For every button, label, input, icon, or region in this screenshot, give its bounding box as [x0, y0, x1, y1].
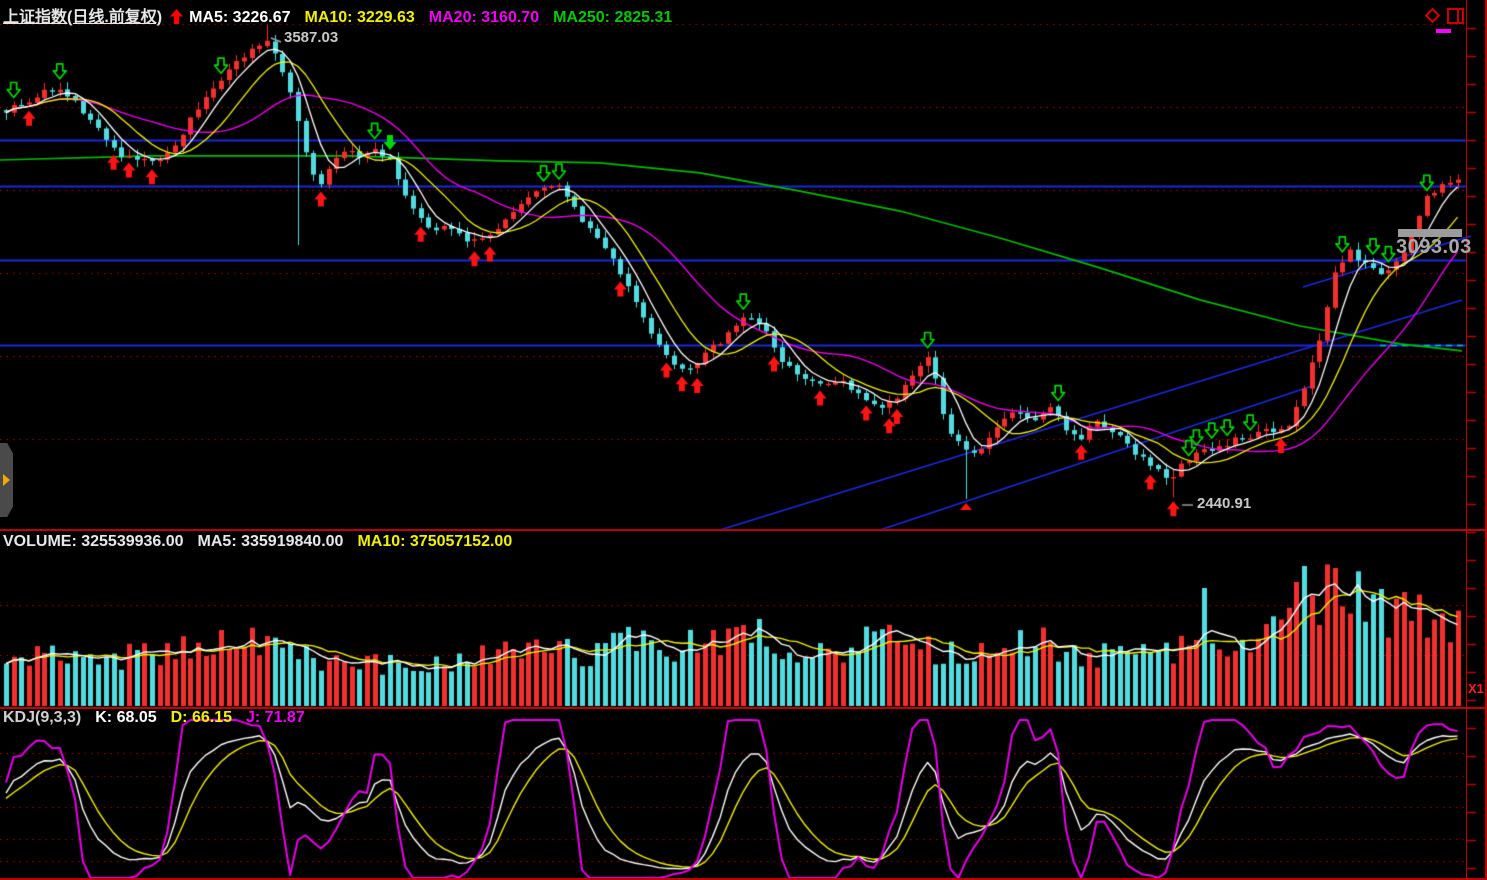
- zoom-level-label: X1: [1468, 681, 1484, 696]
- kdj-title-label: KDJ(9,3,3): [3, 709, 81, 726]
- symbol-title[interactable]: 上证指数(日线.前复权): [3, 9, 162, 26]
- panel-separator-volume[interactable]: [0, 529, 1487, 531]
- highlight-dash-icon: [1436, 29, 1451, 33]
- price-badge: 3093.03: [1396, 236, 1472, 259]
- ma250-label: MA250: 2825.31: [553, 9, 672, 26]
- volume-ma5-label: MA5: 335919840.00: [198, 533, 344, 550]
- ma5-label: MA5: 3226.67: [189, 9, 290, 26]
- kdj-k-label: K: 68.05: [95, 709, 156, 726]
- kdj-panel-header: KDJ(9,3,3) K: 68.05 D: 66.15 J: 71.87: [3, 709, 319, 727]
- ma20-label: MA20: 3160.70: [429, 9, 539, 26]
- volume-value-label: VOLUME: 325539936.00: [3, 533, 184, 550]
- window-split-line: [1457, 10, 1459, 22]
- trading-app-window: 上证指数(日线.前复权) MA5: 3226.67 MA10: 3229.63 MA2…: [0, 0, 1487, 880]
- kdj-d-label: D: 66.15: [171, 709, 232, 726]
- volume-panel-header: VOLUME: 325539936.00 MA5: 335919840.00 MA1…: [3, 533, 526, 551]
- ma10-label: MA10: 3229.63: [305, 9, 415, 26]
- sidebar-toggle-handle[interactable]: [0, 443, 13, 517]
- chart-canvas[interactable]: [0, 0, 1487, 880]
- main-chart-header: 上证指数(日线.前复权) MA5: 3226.67 MA10: 3229.63 MA2…: [3, 3, 686, 29]
- low-price-label: 2440.91: [1197, 495, 1251, 512]
- window-tool-icon[interactable]: [1447, 8, 1464, 24]
- trend-up-arrow-icon: [170, 9, 183, 29]
- expand-right-icon: [3, 474, 10, 486]
- volume-ma10-label: MA10: 375057152.00: [357, 533, 512, 550]
- right-axis-line: [1466, 0, 1467, 880]
- peak-price-label: 3587.03: [284, 29, 338, 46]
- kdj-j-label: J: 71.87: [246, 709, 305, 726]
